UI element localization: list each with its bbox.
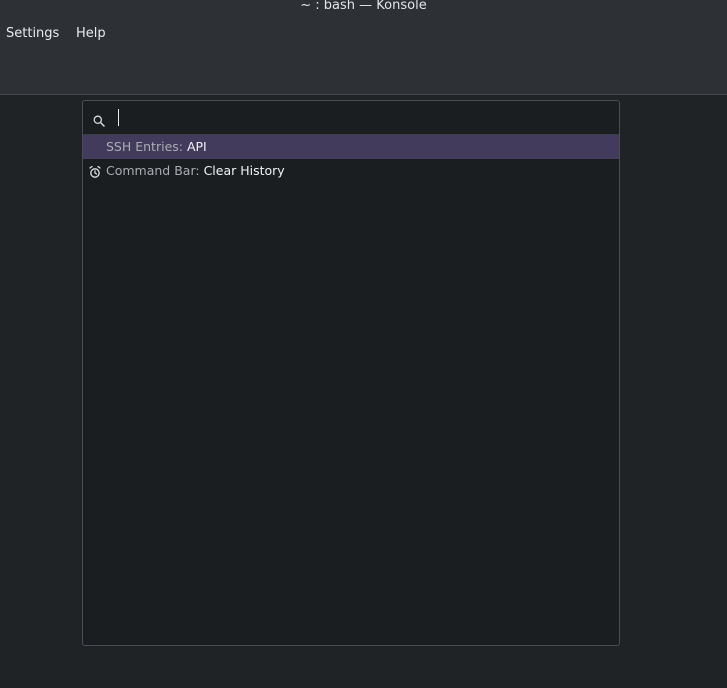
command-bar-popup: SSH Entries: API Command Bar: Clear Hist… [82, 100, 620, 646]
text-caret [118, 109, 119, 126]
title-bar: ~ : bash — Konsole [0, 0, 727, 16]
result-separator: : [195, 163, 204, 178]
result-item-text: SSH Entries: API [106, 138, 207, 156]
result-item-text: Command Bar: Clear History [106, 162, 285, 180]
menu-help[interactable]: Help [76, 25, 106, 43]
result-item-ssh-api[interactable]: SSH Entries: API [83, 135, 619, 159]
result-item-clear-history[interactable]: Command Bar: Clear History [83, 159, 619, 183]
search-icon [93, 112, 105, 127]
result-category: SSH Entries [106, 139, 179, 154]
result-category: Command Bar [106, 163, 196, 178]
window-title: ~ : bash — Konsole [300, 0, 427, 13]
command-bar-search-row [83, 101, 619, 135]
menu-bar: Settings Help [0, 16, 727, 95]
menu-settings[interactable]: Settings [6, 25, 59, 43]
command-bar-results: SSH Entries: API Command Bar: Clear Hist… [83, 135, 619, 183]
command-bar-search-input[interactable] [117, 107, 607, 129]
result-action: Clear History [203, 163, 285, 178]
clear-history-icon [88, 164, 102, 178]
result-separator: : [178, 139, 187, 154]
result-action: API [186, 139, 207, 154]
